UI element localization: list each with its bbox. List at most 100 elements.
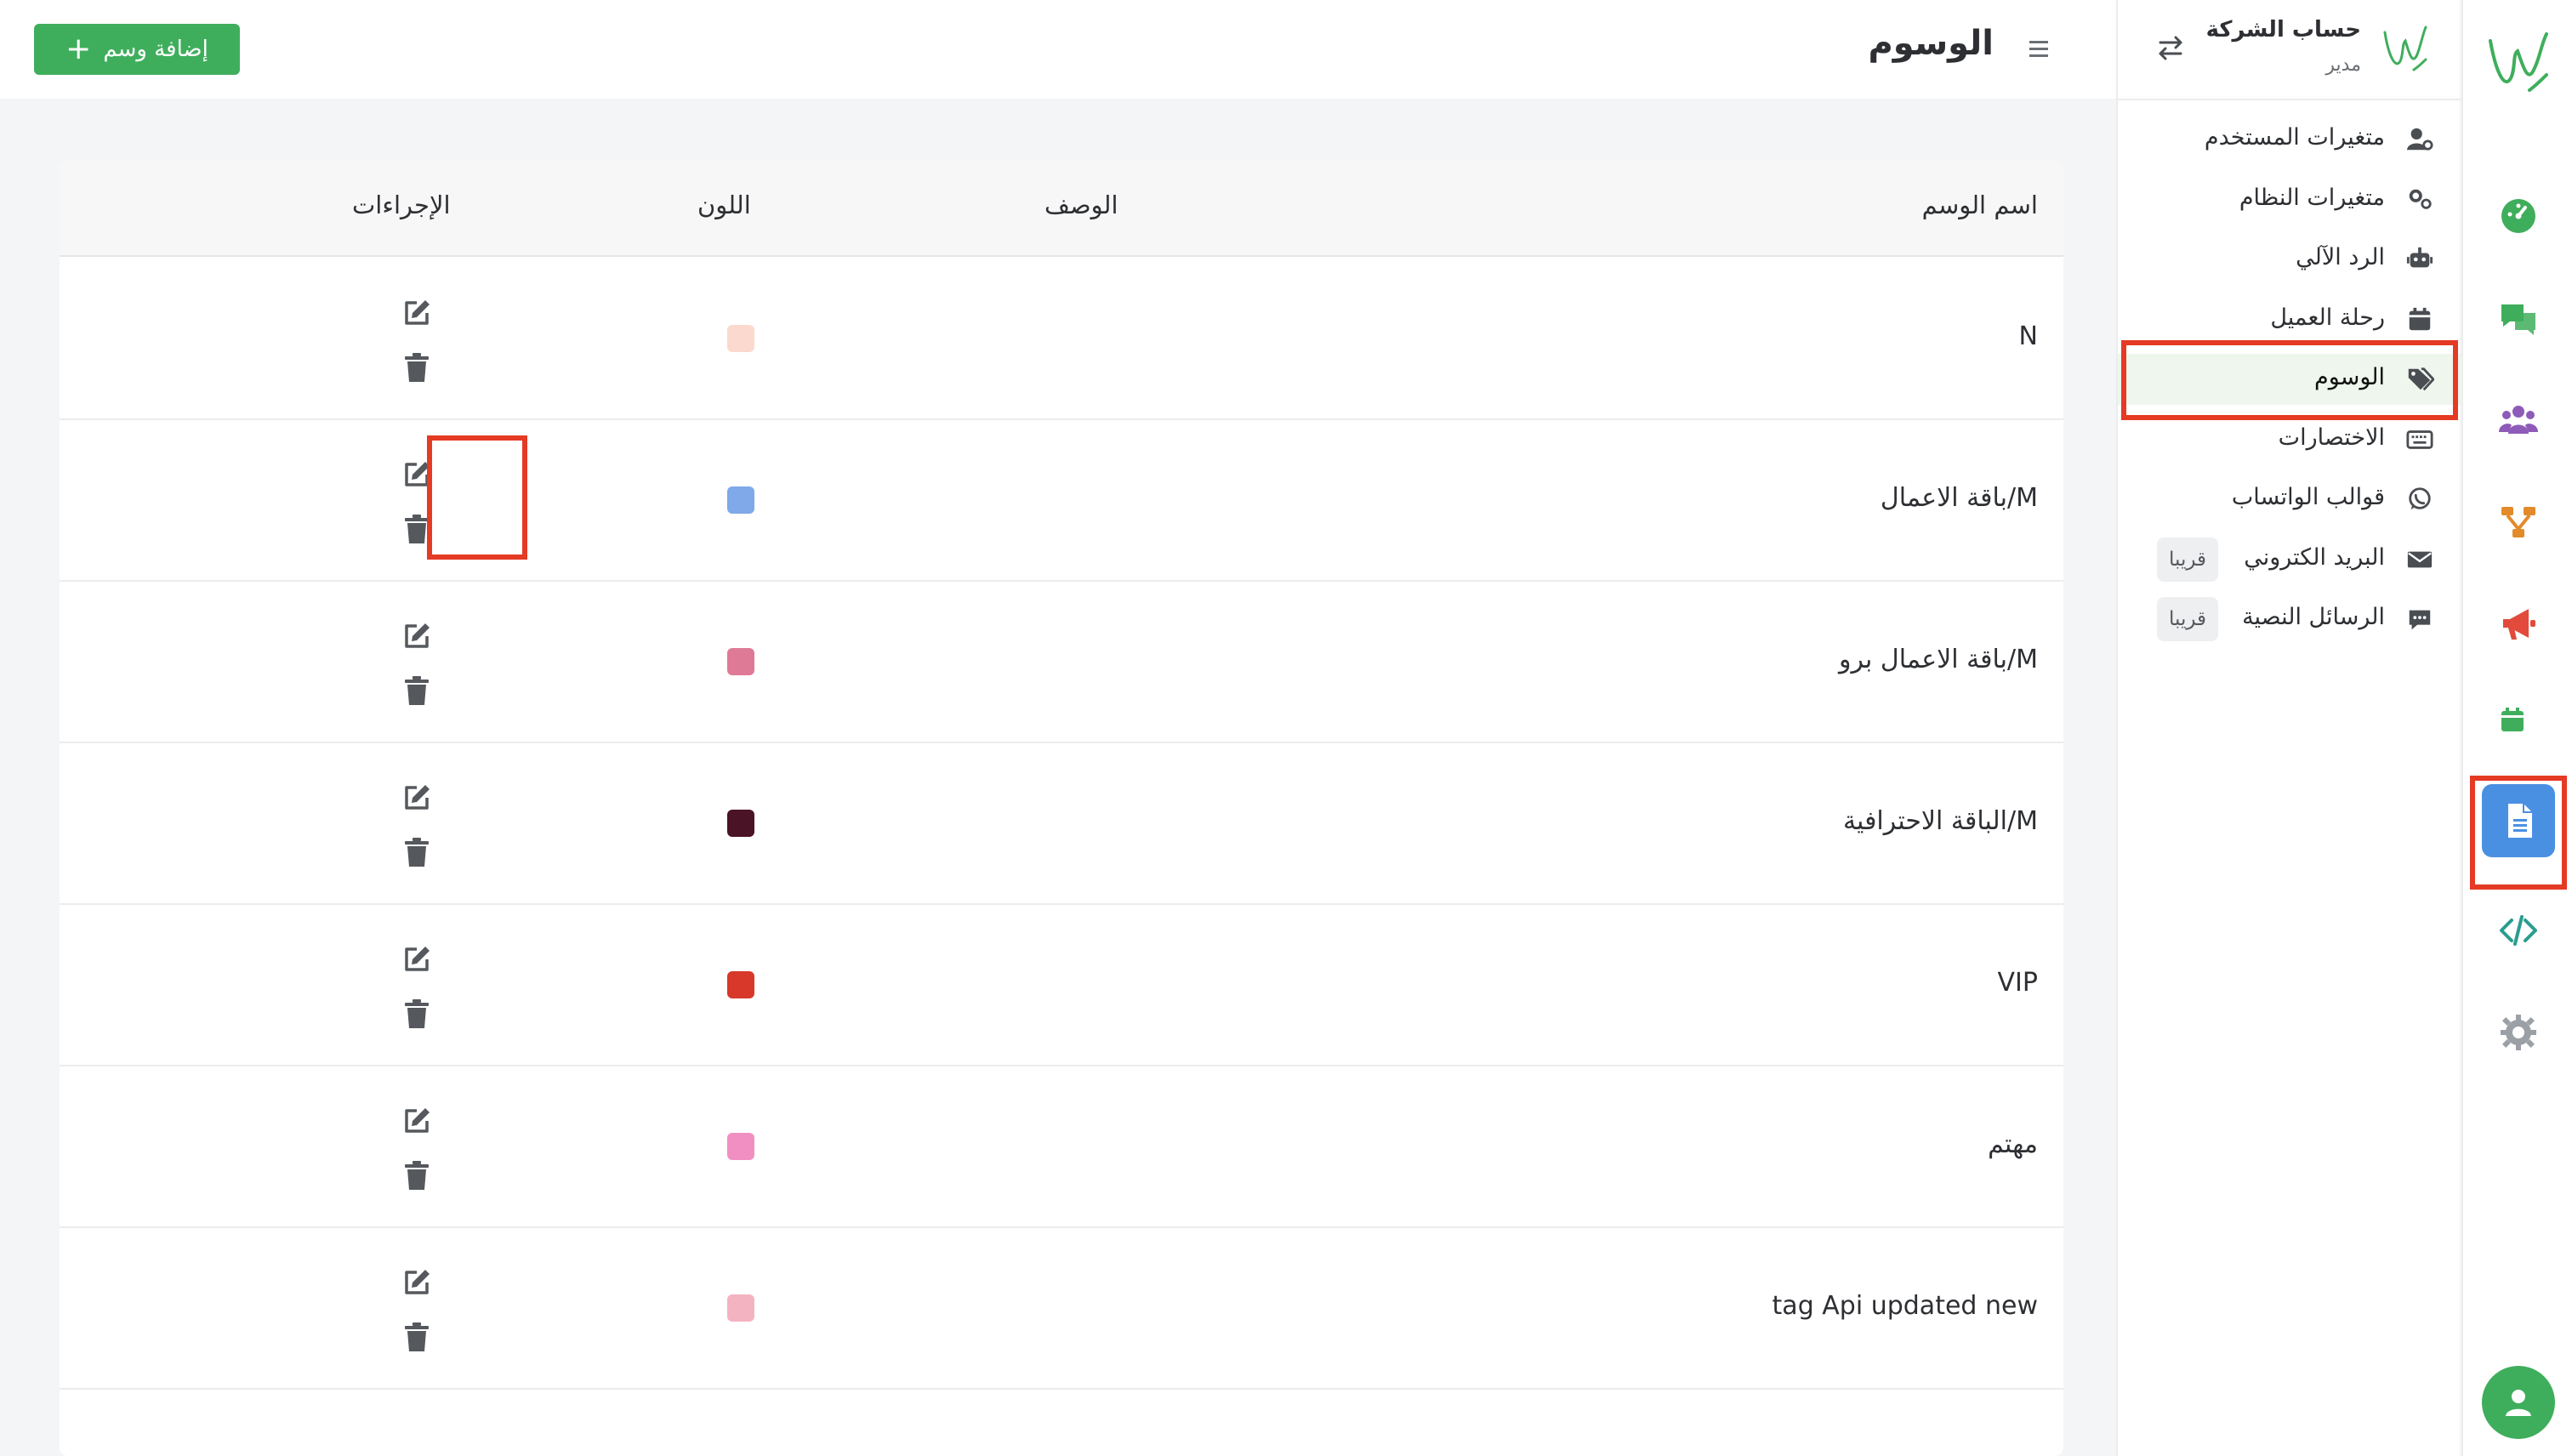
user-cog-icon bbox=[2406, 128, 2433, 151]
edit-icon[interactable] bbox=[401, 621, 432, 651]
calendar-icon bbox=[2501, 708, 2524, 731]
rail-button[interactable] bbox=[2488, 900, 2549, 961]
trash-icon[interactable] bbox=[404, 837, 430, 867]
trash-icon[interactable] bbox=[404, 514, 430, 544]
trash-icon[interactable] bbox=[404, 998, 430, 1029]
rail-button[interactable] bbox=[2488, 492, 2549, 553]
envelope-icon bbox=[2407, 551, 2433, 568]
tag-color-swatch bbox=[727, 1133, 754, 1160]
sidebar-item-label: متغيرات المستخدم bbox=[2204, 124, 2385, 151]
sidebar-item[interactable]: متغيرات المستخدم bbox=[2118, 114, 2461, 165]
rail-button[interactable] bbox=[2488, 287, 2549, 349]
sidebar-item-label: الرسائل النصية bbox=[2242, 604, 2385, 630]
tag-color-swatch bbox=[727, 325, 754, 352]
table-row: باقة الاعمال برو/M bbox=[60, 582, 2063, 743]
tag-name: الباقة الاحترافية/M bbox=[1842, 806, 2038, 836]
megaphone-icon bbox=[2503, 609, 2535, 640]
trash-icon[interactable] bbox=[404, 1160, 430, 1191]
highlight-box bbox=[2121, 340, 2458, 420]
edit-icon[interactable] bbox=[401, 298, 432, 328]
document-icon bbox=[2508, 804, 2532, 838]
calendar-icon bbox=[2409, 307, 2431, 331]
edit-icon[interactable] bbox=[401, 782, 432, 813]
highlight-box bbox=[427, 435, 527, 560]
dashboard-icon bbox=[2501, 199, 2535, 233]
rail-button[interactable] bbox=[2488, 696, 2549, 757]
tag-color-swatch bbox=[727, 648, 754, 675]
app-logo-icon bbox=[2489, 32, 2548, 92]
swap-arrows-icon[interactable] bbox=[2154, 31, 2188, 65]
profile-button[interactable] bbox=[2482, 1366, 2555, 1439]
sms-icon bbox=[2409, 610, 2431, 630]
sidebar-item[interactable]: البريد الكتروني قريبا bbox=[2118, 534, 2461, 585]
page-title: الوسوم bbox=[1868, 24, 1994, 63]
sidebar-item-label: الاختصارات bbox=[2278, 424, 2385, 451]
plus-icon: + bbox=[65, 31, 92, 66]
table-row: VIP bbox=[60, 905, 2063, 1066]
tag-color-swatch bbox=[727, 1294, 754, 1322]
sidebar-item-label: قوالب الواتساب bbox=[2231, 484, 2385, 510]
sidebar-item[interactable]: متغيرات النظام bbox=[2118, 174, 2461, 225]
rail-button[interactable] bbox=[2488, 594, 2549, 655]
table-row: الباقة الاحترافية/M bbox=[60, 743, 2063, 905]
trash-icon[interactable] bbox=[404, 352, 430, 383]
tag-name: N bbox=[2018, 321, 2038, 351]
tag-name: VIP bbox=[1997, 968, 2038, 998]
table-row: باقة الاعمال/M bbox=[60, 420, 2063, 582]
add-tag-button[interactable]: + إضافة وسم bbox=[34, 24, 240, 75]
sidebar-item[interactable]: الرسائل النصية قريبا bbox=[2118, 594, 2461, 645]
tag-name: tag Api updated new bbox=[1772, 1291, 2038, 1321]
sidebar-item-label: رحلة العميل bbox=[2270, 304, 2385, 331]
table-row: N bbox=[60, 259, 2063, 420]
edit-icon[interactable] bbox=[401, 944, 432, 975]
rail-button[interactable] bbox=[2482, 784, 2555, 857]
column-header-name: اسم الوسم bbox=[1921, 191, 2038, 219]
cogs-icon bbox=[2409, 189, 2432, 209]
table-row: مهتم bbox=[60, 1066, 2063, 1228]
column-header-description: الوصف bbox=[1044, 191, 1118, 219]
settings-sidebar: حساب الشركة مدير متغيرات المستخدم متغيرات… bbox=[2116, 0, 2461, 1456]
rail-button[interactable] bbox=[2488, 390, 2549, 451]
coming-soon-badge: قريبا bbox=[2157, 597, 2219, 641]
icon-rail bbox=[2461, 0, 2572, 1456]
tag-color-swatch bbox=[727, 971, 754, 998]
tag-name: باقة الاعمال/M bbox=[1880, 483, 2038, 513]
sidebar-item[interactable]: قوالب الواتساب bbox=[2118, 474, 2461, 525]
gear-icon bbox=[2501, 1015, 2536, 1050]
add-tag-label: إضافة وسم bbox=[103, 37, 208, 62]
sidebar-item-label: متغيرات النظام bbox=[2239, 185, 2385, 211]
top-header: + إضافة وسم الوسوم bbox=[0, 0, 2120, 99]
column-header-actions: الإجراءات bbox=[352, 191, 451, 219]
edit-icon[interactable] bbox=[401, 1106, 432, 1136]
hamburger-menu-icon[interactable] bbox=[2024, 34, 2053, 63]
sidebar-item[interactable]: الاختصارات bbox=[2118, 414, 2461, 465]
sidebar-item[interactable]: الرد الآلي bbox=[2118, 234, 2461, 285]
sidebar-item[interactable]: رحلة العميل bbox=[2118, 294, 2461, 345]
flow-icon bbox=[2501, 507, 2535, 537]
trash-icon[interactable] bbox=[404, 675, 430, 706]
coming-soon-badge: قريبا bbox=[2157, 537, 2219, 582]
keyboard-icon bbox=[2406, 430, 2433, 449]
tag-color-swatch bbox=[727, 486, 754, 514]
company-logo-icon bbox=[2383, 26, 2427, 71]
rail-button[interactable] bbox=[2488, 1002, 2549, 1063]
table-row: tag Api updated new bbox=[60, 1228, 2063, 1390]
account-switcher[interactable]: حساب الشركة مدير bbox=[2118, 0, 2461, 100]
code-icon bbox=[2500, 915, 2537, 946]
whatsapp-icon bbox=[2409, 487, 2431, 510]
rail-button[interactable] bbox=[2488, 185, 2549, 247]
edit-icon[interactable] bbox=[401, 1267, 432, 1298]
sidebar-item-label: البريد الكتروني bbox=[2244, 544, 2385, 571]
tag-name: باقة الاعمال برو/M bbox=[1838, 645, 2038, 674]
chat-icon bbox=[2501, 304, 2535, 335]
user-icon bbox=[2506, 1390, 2531, 1416]
account-name: حساب الشركة bbox=[2205, 17, 2361, 43]
tag-name: مهتم bbox=[1988, 1129, 2038, 1159]
robot-icon bbox=[2406, 247, 2433, 268]
trash-icon[interactable] bbox=[404, 1322, 430, 1352]
tags-table: اسم الوسم الوصف اللون الإجراءات N باقة ال… bbox=[60, 160, 2063, 1456]
sidebar-item-label: الرد الآلي bbox=[2296, 244, 2385, 270]
users-icon bbox=[2499, 406, 2538, 434]
tag-color-swatch bbox=[727, 810, 754, 837]
account-role: مدير bbox=[2325, 54, 2361, 76]
